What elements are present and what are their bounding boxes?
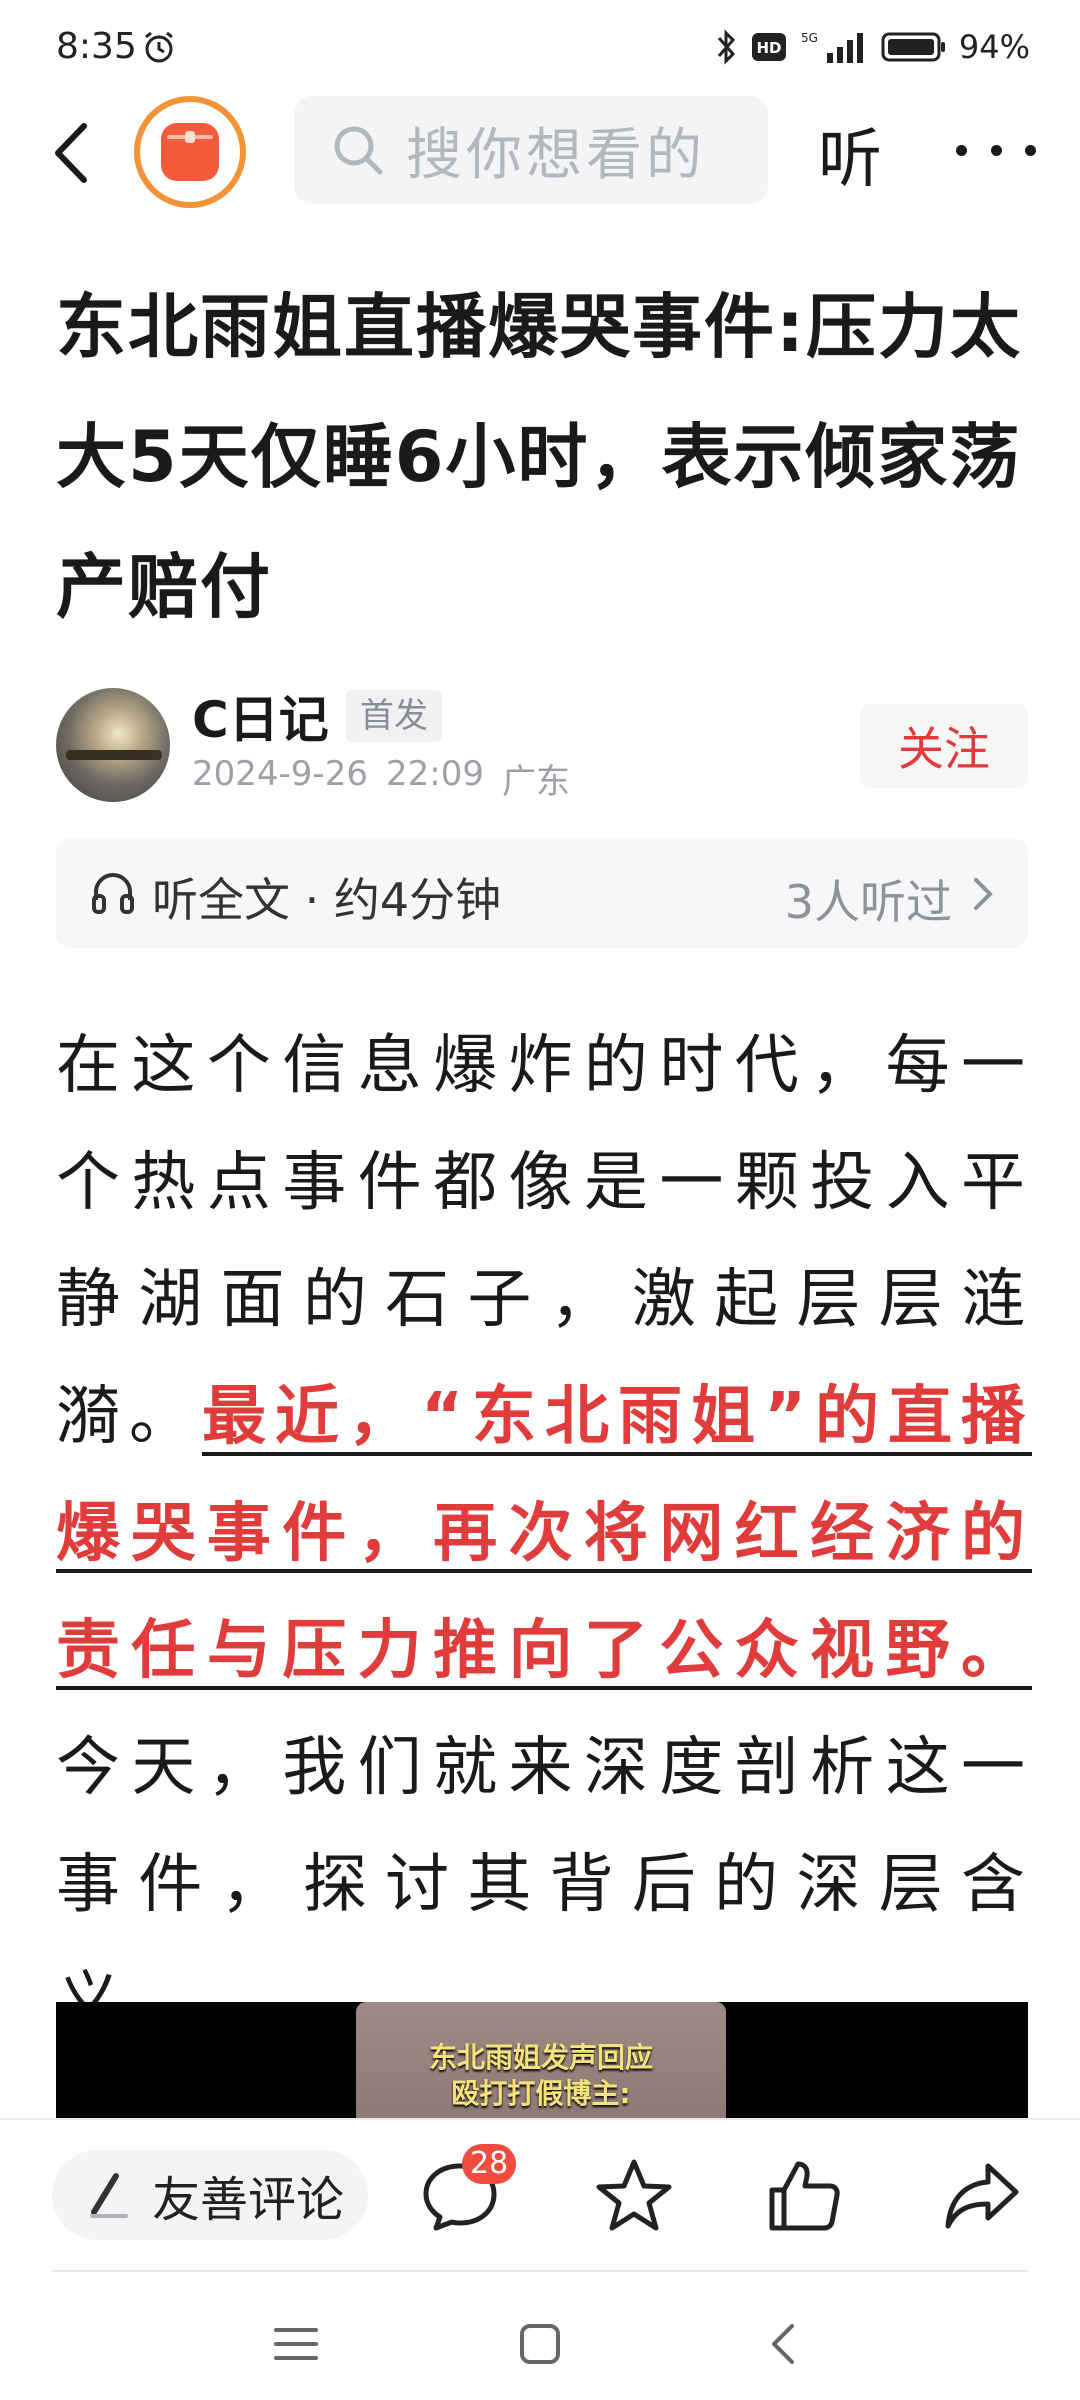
alarm-clock-icon: [145, 31, 173, 63]
home-square-icon[interactable]: [514, 2318, 566, 2370]
listen-full-bar[interactable]: 听全文 · 约4分钟 3人听过: [56, 838, 1028, 948]
follow-button[interactable]: 关注: [860, 704, 1028, 788]
hd-icon: HD: [751, 33, 786, 61]
status-indicators: HD 5G 94%: [715, 28, 1030, 66]
article-title: 东北雨姐直播爆哭事件:压力太大5天仅睡6小时，表示倾家荡产赔付: [56, 286, 1022, 628]
search-icon: [334, 126, 383, 175]
more-options-icon[interactable]: [956, 110, 1036, 190]
recent-apps-menu-icon[interactable]: [270, 2318, 322, 2370]
hd-text: HD: [756, 39, 781, 57]
search-placeholder: 搜你想看的: [406, 122, 706, 188]
video-caption-line2: 殴打打假博主:: [451, 2077, 631, 2110]
publish-meta: 2024-9-26 22:09 广东: [192, 754, 570, 803]
body-highlight-link[interactable]: 最近，“东北雨姐”的直播爆哭事件，再次将网红经济的责任与压力推向了公众视野。: [56, 1380, 1032, 1688]
listen-button[interactable]: 听: [818, 108, 882, 200]
video-thumbnail: 东北雨姐发声回应 殴打打假博主:: [356, 2002, 726, 2120]
search-input[interactable]: 搜你想看的: [294, 96, 768, 204]
bottom-toolbar: 友善评论 28: [0, 2118, 1080, 2278]
article-body: 在这个信息爆炸的时代，每一个热点事件都像是一颗投入平静湖面的石子，激起层层涟漪。…: [56, 1008, 1032, 2061]
headphone-icon: [92, 873, 134, 914]
signal-icon: 5G: [801, 31, 863, 63]
pen-icon: [90, 2173, 128, 2218]
system-navigation-bar: [0, 2290, 1080, 2400]
battery-icon: [881, 32, 945, 62]
comment-count-badge: 28: [462, 2144, 517, 2184]
status-time: 8:35: [56, 26, 137, 67]
like-thumb-icon[interactable]: [764, 2156, 844, 2236]
first-publish-badge: 首发: [346, 690, 442, 742]
publish-date: 2024-9-26: [192, 754, 368, 794]
author-name[interactable]: C日记: [192, 680, 329, 752]
video-caption-line1: 东北雨姐发声回应: [428, 2041, 653, 2074]
comment-input[interactable]: 友善评论: [52, 2150, 368, 2240]
body-text-outro: 今天，我们就来深度剖析这一事件，探讨其背后的深层含义。: [56, 1731, 1032, 2039]
comment-placeholder: 友善评论: [152, 2172, 345, 2228]
battery-percent: 94%: [958, 28, 1030, 66]
red-packet-icon: [161, 123, 219, 181]
favorite-star-icon[interactable]: [594, 2156, 674, 2236]
author-avatar[interactable]: [56, 688, 170, 802]
network-text: 5G: [801, 31, 818, 45]
chevron-right-icon: [974, 878, 993, 910]
top-navigation: 搜你想看的 听: [0, 92, 1080, 212]
publish-time: 22:09: [385, 754, 484, 794]
status-bar: 8:35 HD 5G 94%: [0, 0, 1080, 100]
publish-location: 广东: [501, 762, 570, 802]
share-arrow-icon[interactable]: [942, 2156, 1022, 2236]
bottom-divider: [52, 2270, 1028, 2272]
back-arrow-icon[interactable]: [44, 118, 104, 188]
listen-full-text: 听全文 · 约4分钟: [152, 873, 502, 927]
article-video[interactable]: 东北雨姐发声回应 殴打打假博主:: [56, 2002, 1028, 2120]
channel-logo[interactable]: [134, 96, 246, 208]
system-back-icon[interactable]: [760, 2318, 812, 2370]
listen-count: 3人听过: [784, 875, 952, 929]
bluetooth-icon: [717, 29, 735, 65]
